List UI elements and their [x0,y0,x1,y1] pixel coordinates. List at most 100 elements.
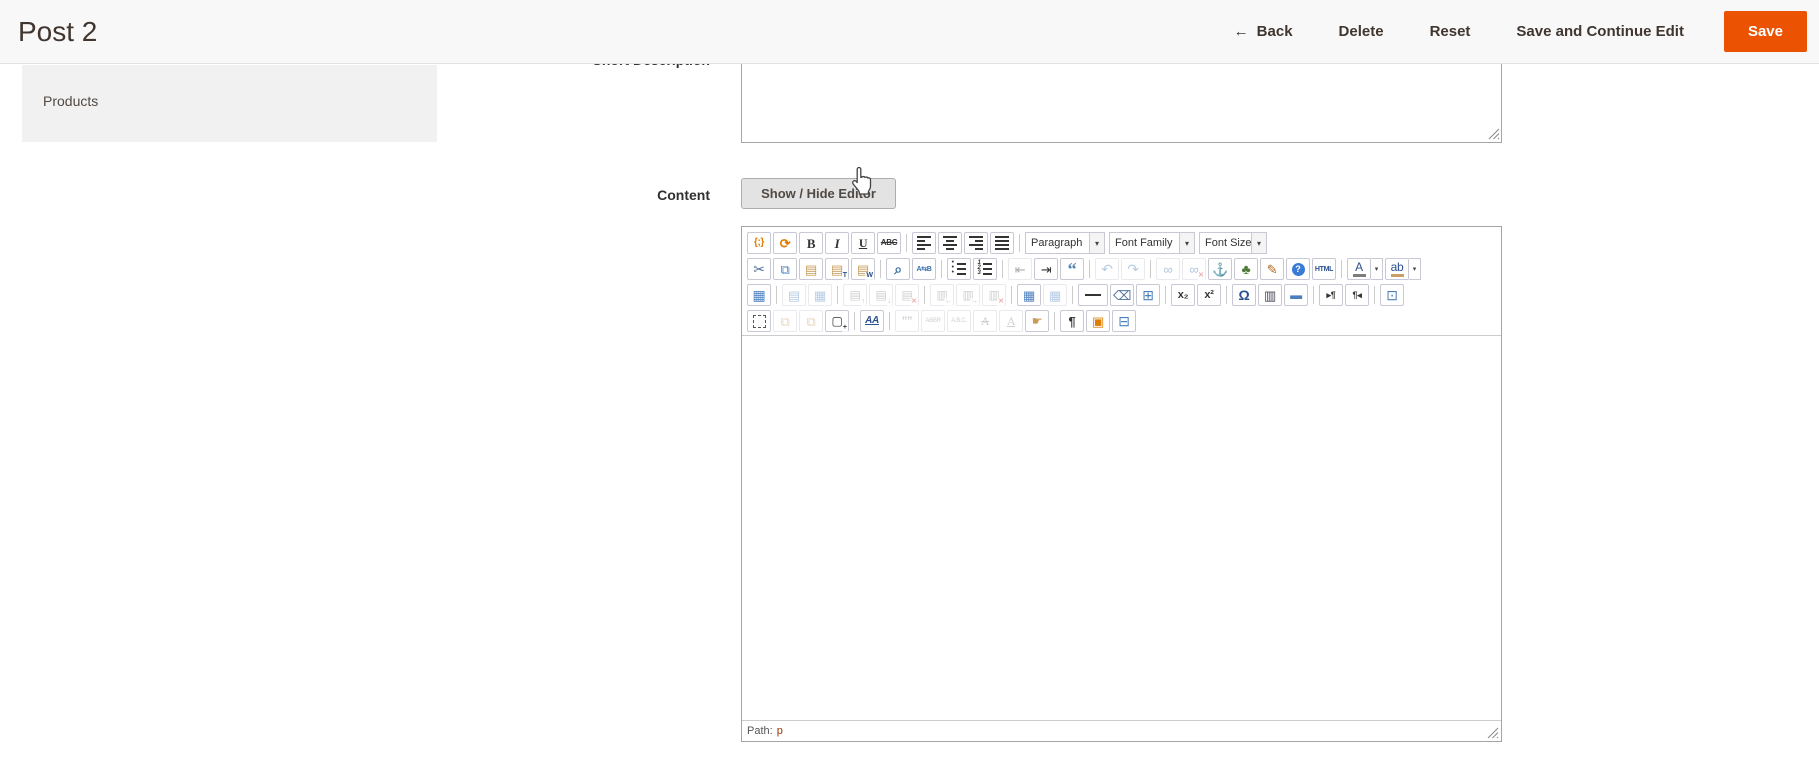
save-and-continue-button[interactable]: Save and Continue Edit [1516,23,1684,40]
undo-icon: ↶ [1101,261,1113,277]
toggle-absolute-position-button[interactable]: ▢ + [825,310,849,332]
insert-row-after-button[interactable]: ▤ ↓ [869,284,893,306]
background-color-button[interactable]: ab [1385,258,1409,280]
toolbar-separator [837,286,838,304]
outdent-icon: ⇤ [1014,261,1026,277]
move-forward-button[interactable]: ⧉ [773,310,797,332]
delete-button[interactable]: Delete [1339,23,1384,40]
help-button[interactable]: ? [1286,258,1310,280]
underline-button[interactable]: U [851,232,875,254]
chevron-down-icon[interactable]: ▾ [1371,258,1383,280]
bullet-list-button[interactable] [947,258,971,280]
help-icon: ? [1291,262,1305,276]
sidebar-item-products[interactable]: Products [22,65,437,109]
deletion-button[interactable]: A [973,310,997,332]
insert-table-button[interactable]: ▦ [747,284,771,306]
paste-button[interactable]: ▤ [799,258,823,280]
abbreviation-button[interactable]: ABBR [921,310,945,332]
superscript-button[interactable]: x² [1197,284,1221,306]
undo-button[interactable]: ↶ [1095,258,1119,280]
bullet-list-icon [952,259,967,276]
toolbar-separator [1002,260,1003,278]
move-backward-button[interactable]: ⧉ [799,310,823,332]
insert-media-button[interactable]: ▥ [1258,284,1282,306]
delete-row-button[interactable]: ▤ ✕ [895,284,919,306]
insert-layer-button[interactable] [747,310,771,332]
strikethrough-button[interactable]: ABC [877,232,901,254]
copy-button[interactable]: ⧉ [773,258,797,280]
paste-from-word-button[interactable]: ▤ W [851,258,875,280]
insertion-button[interactable]: A [999,310,1023,332]
horizontal-rule-icon [1085,294,1101,296]
find-replace-button[interactable]: A⇆B [912,258,936,280]
indent-button[interactable]: ⇥ [1034,258,1058,280]
outdent-button[interactable]: ⇤ [1008,258,1032,280]
insert-variable-button[interactable]: ⟳ [773,232,797,254]
insert-widget-button[interactable]: {;} [747,232,771,254]
bold-button[interactable]: B [799,232,823,254]
special-character-button[interactable]: Ω [1232,284,1256,306]
citation-button[interactable]: ”” [895,310,919,332]
align-right-button[interactable] [964,232,988,254]
insert-link-button[interactable]: ∞ [1156,258,1180,280]
move-forward-icon: ⧉ [780,313,790,329]
resize-grip-icon[interactable] [1487,727,1499,739]
align-center-button[interactable] [938,232,962,254]
paragraph-format-select[interactable]: Paragraph ▾ [1025,232,1105,254]
align-justify-button[interactable] [990,232,1014,254]
italic-icon: I [834,235,840,251]
table-row-properties-button[interactable]: ▤ [782,284,806,306]
remove-formatting-button[interactable]: ⌫ [1110,284,1134,306]
non-breaking-space-button[interactable]: ▣ [1086,310,1110,332]
split-cells-button[interactable]: ▦ [1017,284,1041,306]
cut-icon: ✂ [753,261,765,277]
acronym-button[interactable]: A.B.C. [947,310,971,332]
edit-html-source-button[interactable]: HTML [1312,258,1336,280]
insert-image-button[interactable]: ♣ [1234,258,1258,280]
insert-column-after-button[interactable]: ▥ → [956,284,980,306]
toggle-guidelines-button[interactable]: ⊞ [1136,284,1160,306]
style-properties-button[interactable]: AA [860,310,884,332]
bold-icon: B [806,235,816,251]
font-family-select[interactable]: Font Family ▾ [1109,232,1195,254]
show-invisible-characters-button[interactable]: ¶ [1060,310,1084,332]
left-to-right-button[interactable]: ▸¶ [1319,284,1343,306]
delete-column-button[interactable]: ▥ ✕ [982,284,1006,306]
text-color-button[interactable]: A [1347,258,1371,280]
insert-edit-attributes-button[interactable]: ☛ [1025,310,1049,332]
resize-grip-icon[interactable] [1488,128,1500,140]
align-left-button[interactable] [912,232,936,254]
redo-button[interactable]: ↷ [1121,258,1145,280]
merge-cells-button[interactable]: ▦ [1043,284,1067,306]
italic-button[interactable]: I [825,232,849,254]
sidebar: Products [22,65,437,142]
toggle-absolute-position-badge: + [841,324,848,332]
path-value[interactable]: p [777,725,783,737]
subscript-button[interactable]: x₂ [1171,284,1195,306]
insert-column-before-button[interactable]: ▥ ← [930,284,954,306]
wysiwyg-content[interactable] [742,335,1501,720]
paste-as-text-button[interactable]: ▤ T [825,258,849,280]
right-to-left-button[interactable]: ¶◂ [1345,284,1369,306]
find-button[interactable]: ⌕ [886,258,910,280]
toolbar-separator [880,260,881,278]
toggle-absolute-position-icon: ▢ [831,314,843,328]
numbered-list-button[interactable] [973,258,997,280]
page-break-button[interactable]: ⊟ [1112,310,1136,332]
save-button[interactable]: Save [1723,11,1807,52]
cleanup-code-button[interactable]: ✎ [1260,258,1284,280]
unlink-button[interactable]: ∞ ✕ [1182,258,1206,280]
blockquote-button[interactable]: “ [1060,258,1084,280]
font-size-select[interactable]: Font Size ▾ [1199,232,1267,254]
horizontal-rule-button[interactable] [1078,284,1108,306]
table-cell-properties-button[interactable]: ▦ [808,284,832,306]
back-button[interactable]: ← Back [1234,23,1293,40]
fullscreen-button[interactable]: ⊡ [1380,284,1404,306]
chevron-down-icon[interactable]: ▾ [1409,258,1421,280]
insert-row-before-button[interactable]: ▤ ↑ [843,284,867,306]
toolbar-separator [889,312,890,330]
reset-button[interactable]: Reset [1430,23,1471,40]
cut-button[interactable]: ✂ [747,258,771,280]
anchor-button[interactable]: ⚓ [1208,258,1232,280]
advanced-hr-button[interactable]: ▬ [1284,284,1308,306]
